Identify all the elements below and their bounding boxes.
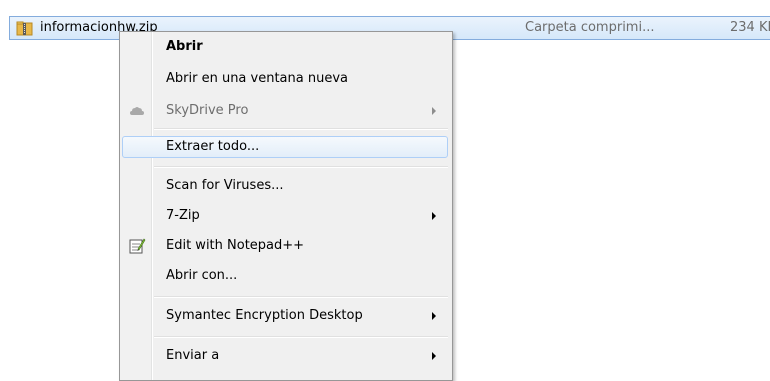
menu-item-label: Abrir xyxy=(166,39,203,54)
menu-item-label: 7-Zip xyxy=(166,208,200,223)
menu-item-abrir-ventana-nueva[interactable]: Abrir en una ventana nueva xyxy=(122,68,448,90)
file-size: 234 KB xyxy=(730,20,770,35)
menu-item-skydrive-pro[interactable]: SkyDrive Pro xyxy=(122,100,448,122)
notepad-plus-plus-icon xyxy=(128,237,146,255)
zip-folder-icon xyxy=(16,20,33,37)
menu-item-extraer-todo[interactable]: Extraer todo... xyxy=(122,136,448,158)
menu-item-scan-viruses[interactable]: Scan for Viruses... xyxy=(122,175,448,197)
menu-item-label: Symantec Encryption Desktop xyxy=(166,308,363,323)
cloud-icon xyxy=(128,102,146,120)
menu-item-symantec-encryption[interactable]: Symantec Encryption Desktop xyxy=(122,305,448,327)
file-type: Carpeta comprimi... xyxy=(525,20,655,35)
menu-item-label: Extraer todo... xyxy=(166,139,260,154)
submenu-arrow-icon xyxy=(432,312,436,320)
menu-item-label: Abrir con... xyxy=(166,268,238,283)
menu-separator xyxy=(154,296,448,297)
menu-separator xyxy=(154,166,448,167)
submenu-arrow-icon xyxy=(432,107,436,115)
submenu-arrow-icon xyxy=(432,212,436,220)
menu-item-label: Edit with Notepad++ xyxy=(166,238,305,253)
menu-item-7zip[interactable]: 7-Zip xyxy=(122,205,448,227)
menu-item-abrir[interactable]: Abrir xyxy=(122,36,448,58)
submenu-arrow-icon xyxy=(432,352,436,360)
menu-item-abrir-con[interactable]: Abrir con... xyxy=(122,265,448,287)
menu-separator xyxy=(154,128,448,129)
menu-item-enviar-a[interactable]: Enviar a xyxy=(122,345,448,367)
menu-item-label: Enviar a xyxy=(166,348,220,363)
menu-item-label: Abrir en una ventana nueva xyxy=(166,71,348,86)
menu-item-edit-notepad[interactable]: Edit with Notepad++ xyxy=(122,235,448,257)
menu-item-label: Scan for Viruses... xyxy=(166,178,284,193)
menu-separator xyxy=(154,336,448,337)
context-menu: Abrir Abrir en una ventana nueva SkyDriv… xyxy=(119,31,453,381)
menu-item-label: SkyDrive Pro xyxy=(166,103,249,118)
